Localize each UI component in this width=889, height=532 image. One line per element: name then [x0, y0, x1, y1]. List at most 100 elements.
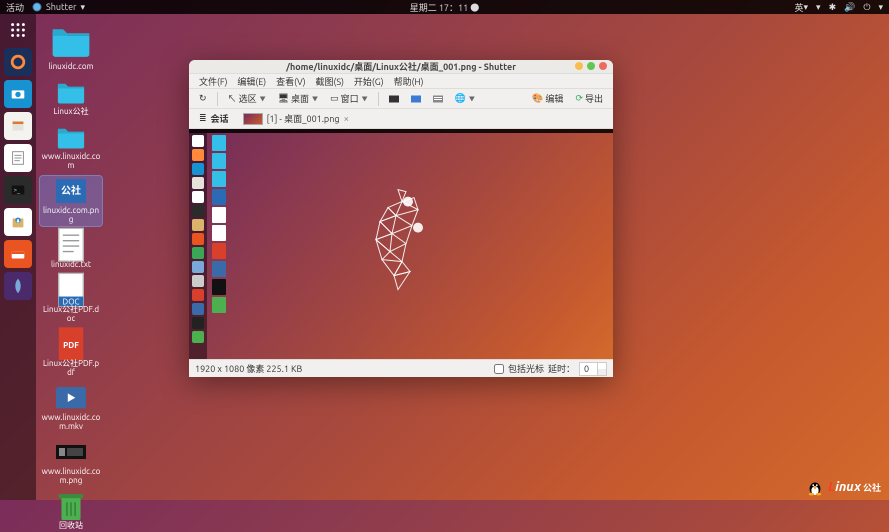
svg-text:>_: >_	[14, 187, 22, 194]
chevron-down-icon: ▼	[260, 94, 266, 103]
menubar: 文件(F) 编辑(E) 查看(V) 截图(S) 开始(G) 帮助(H)	[189, 74, 613, 89]
mode-button-2[interactable]	[407, 92, 425, 106]
menu-go[interactable]: 开始(G)	[350, 74, 388, 89]
terminal-launcher[interactable]: >_	[4, 176, 32, 204]
files-launcher[interactable]	[4, 112, 32, 140]
video-file-icon	[56, 385, 86, 411]
active-app-indicator[interactable]: Shutter ▾	[32, 2, 85, 13]
desktop-trash[interactable]: 回收站	[40, 491, 102, 532]
svg-text:PDF: PDF	[63, 340, 79, 350]
show-apps-button[interactable]	[4, 16, 32, 44]
firefox-launcher[interactable]	[4, 48, 32, 76]
window-titlebar[interactable]: /home/linuxidc/桌面/Linux公社/桌面_001.png - S…	[189, 60, 613, 74]
text-file-icon	[56, 232, 86, 258]
cursor-icon: ↖	[228, 92, 237, 105]
desktop-folder-linuxidc-com[interactable]: linuxidc.com	[40, 20, 102, 73]
screenshot-image	[189, 129, 613, 359]
text-editor-launcher[interactable]	[4, 144, 32, 172]
clock[interactable]: 星期二 17：11 ●	[410, 1, 479, 14]
separator	[378, 92, 379, 106]
desktop-folder-www[interactable]: www.linuxidc.com	[40, 122, 102, 172]
volume-icon[interactable]: 🔊	[844, 2, 855, 13]
image-info: 1920 x 1080 像素 225.1 KB	[195, 362, 302, 375]
include-cursor-label: 包括光标	[508, 362, 544, 375]
watermark: Linux公社	[806, 478, 881, 496]
folder-icon	[50, 22, 92, 60]
desktop-tool-button[interactable]: 🖥桌面▼	[274, 90, 322, 107]
mode-button-3[interactable]	[429, 92, 447, 106]
close-tab-button[interactable]: ×	[344, 113, 350, 124]
ubuntu-software-launcher[interactable]	[4, 240, 32, 268]
chevron-down-icon: ▼	[312, 94, 318, 103]
window-minimize-button[interactable]	[575, 62, 583, 70]
menu-file[interactable]: 文件(F)	[195, 74, 231, 89]
desktop-video-file[interactable]: www.linuxidc.com.mkv	[40, 383, 102, 433]
pdf-file-icon: PDF	[56, 331, 86, 357]
shutter-icon	[32, 2, 42, 12]
menu-edit[interactable]: 编辑(E)	[233, 74, 270, 89]
list-icon: ≣	[199, 113, 207, 124]
window-icon: ▭	[330, 93, 339, 104]
power-icon[interactable]: ⏻	[863, 2, 870, 13]
dock: >_	[0, 14, 36, 500]
redo-icon: ↻	[199, 93, 207, 104]
desktop-image-linuxidc-png[interactable]: 公社 linuxidc.com.png	[40, 176, 102, 226]
window-close-button[interactable]	[599, 62, 607, 70]
desktop-icon: 🖥	[278, 93, 289, 104]
folder-icon	[56, 79, 86, 105]
globe-icon: 🌐	[455, 93, 466, 104]
web-tool-button[interactable]: 🌐▼	[451, 91, 479, 106]
chevron-down-icon: ▼	[362, 94, 368, 103]
tab-bar: ≣会话 [1] - 桌面_001.png ×	[189, 109, 613, 129]
rect-dark-icon	[389, 94, 399, 104]
trash-icon	[56, 493, 86, 519]
doc-file-icon: DOC	[56, 277, 86, 303]
menu-view[interactable]: 查看(V)	[272, 74, 309, 89]
edit-button[interactable]: 🎨编辑	[528, 90, 567, 107]
redo-button[interactable]: ↻	[195, 91, 211, 106]
desktop-image-www-png[interactable]: www.linuxidc.com.png	[40, 437, 102, 487]
wallpaper-wolf-icon	[358, 182, 444, 302]
selection-tool-button[interactable]: ↖选区▼	[224, 90, 270, 107]
window-tool-button[interactable]: ▭窗口▼	[326, 90, 372, 107]
desktop-folder-linuxgongshe[interactable]: Linux公社	[40, 77, 102, 118]
chevron-down-icon: ▼	[469, 94, 475, 103]
status-bar: 1920 x 1080 像素 225.1 KB 包括光标 延时： 0	[189, 359, 613, 377]
export-icon: ⟳	[575, 93, 583, 104]
bluetooth-icon[interactable]: ✱	[829, 2, 837, 13]
screenshot-canvas[interactable]	[189, 129, 613, 359]
delay-label: 延时：	[548, 362, 575, 375]
software-launcher[interactable]	[4, 208, 32, 236]
file-tab[interactable]: [1] - 桌面_001.png ×	[237, 110, 356, 127]
window-maximize-button[interactable]	[587, 62, 595, 70]
desktop-icons: linuxidc.com Linux公社 www.linuxidc.com 公社…	[36, 14, 106, 532]
mode-button-1[interactable]	[385, 92, 403, 106]
menu-screenshot[interactable]: 截图(S)	[312, 74, 348, 89]
desktop-text-linuxidc-txt[interactable]: linuxidc.txt	[40, 230, 102, 271]
palette-icon: 🎨	[532, 93, 543, 104]
input-method-indicator[interactable]: 英 ▾	[795, 1, 809, 14]
delay-spinbox[interactable]: 0	[579, 362, 607, 376]
camera-launcher[interactable]	[4, 80, 32, 108]
tux-icon	[806, 478, 824, 496]
separator	[217, 92, 218, 106]
shutter-window: /home/linuxidc/桌面/Linux公社/桌面_001.png - S…	[189, 60, 613, 377]
menu-help[interactable]: 帮助(H)	[390, 74, 428, 89]
export-button[interactable]: ⟳导出	[571, 90, 607, 107]
svg-text:公社: 公社	[61, 184, 81, 196]
rect-blue-icon	[411, 94, 421, 104]
desktop-doc-file[interactable]: DOC Linux公社PDF.doc	[40, 275, 102, 325]
top-panel: 活动 Shutter ▾ 星期二 17：11 ● 英 ▾ ▾ ✱ 🔊 ⏻ ▾	[0, 0, 889, 14]
thumbnail-icon	[243, 113, 263, 125]
desktop-pdf-file[interactable]: PDF Linux公社PDF.pdf	[40, 329, 102, 379]
toolbar: ↻ ↖选区▼ 🖥桌面▼ ▭窗口▼ 🌐▼ 🎨编辑 ⟳导出	[189, 89, 613, 109]
activities-button[interactable]: 活动	[6, 1, 24, 14]
image-thumbnail-icon	[56, 439, 86, 465]
folder-icon	[56, 124, 86, 150]
shutter-launcher[interactable]	[4, 272, 32, 300]
system-menu-chevron[interactable]: ▾	[878, 2, 883, 13]
menu-icon	[433, 94, 443, 104]
network-icon[interactable]: ▾	[816, 2, 821, 13]
include-cursor-checkbox[interactable]	[494, 364, 504, 374]
session-tab[interactable]: ≣会话	[193, 110, 235, 127]
